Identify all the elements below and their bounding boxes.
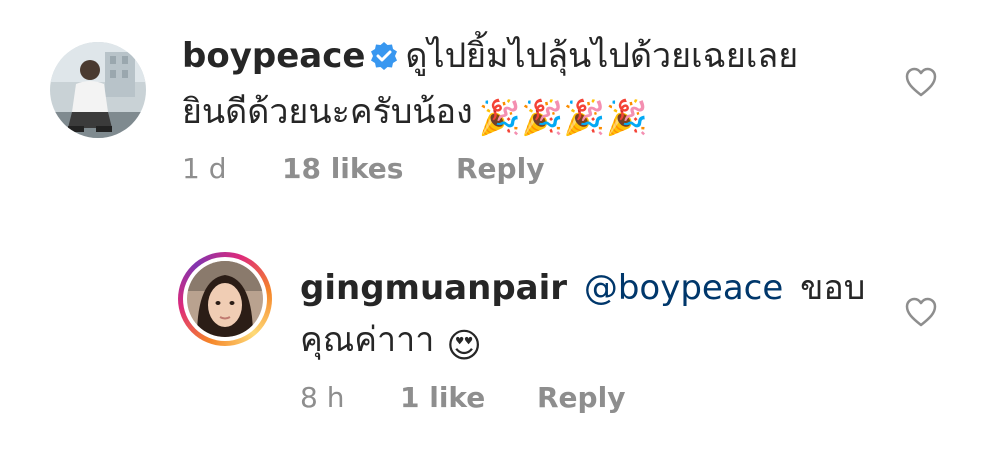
comment-body: boypeace ดูไปยิ้มไปลุ้นไปด้วยเฉยเลย ยินดี… [182,30,902,144]
heart-outline-icon[interactable] [904,296,938,328]
heart-eyes-emoji: 😍 [446,326,482,366]
comment-text: ดูไปยิ้มไปลุ้นไปด้วยเฉยเลย [405,36,799,76]
comment-likes-count[interactable]: 18 likes [282,152,456,185]
reply-line-1: gingmuanpair @boypeace ขอบ [300,262,900,314]
reply-body: gingmuanpair @boypeace ขอบ คุณค่าาา 😍 [300,262,900,372]
reply-button[interactable]: Reply [456,152,544,185]
reply-username[interactable]: gingmuanpair [300,268,567,308]
comment-meta: 1 d 18 likes Reply [182,148,544,188]
avatar-gingmuanpair[interactable] [187,261,263,337]
reply-line-2: คุณค่าาา 😍 [300,314,900,372]
comment-line-2: ยินดีด้วยนะครับน้อง 🎉🎉🎉🎉 [182,86,902,144]
comment-boypeace: boypeace ดูไปยิ้มไปลุ้นไปด้วยเฉยเลย ยินดี… [0,0,1000,220]
avatar-boypeace[interactable] [50,42,146,138]
comment-text-continued: ยินดีด้วยนะครับน้อง [182,92,473,132]
comment-line-1: boypeace ดูไปยิ้มไปลุ้นไปด้วยเฉยเลย [182,30,902,86]
reply-meta: 8 h 1 like Reply [300,377,625,417]
reply-likes-count[interactable]: 1 like [400,381,537,414]
reply-text: ขอบ [800,268,866,308]
verified-badge-icon [369,34,399,86]
reply-text-continued: คุณค่าาา [300,320,435,360]
comment-username[interactable]: boypeace [182,36,365,76]
comment-timestamp[interactable]: 1 d [182,152,282,185]
mention-link[interactable]: @boypeace [584,268,783,308]
party-popper-emoji: 🎉🎉🎉🎉 [478,98,649,138]
reply-button[interactable]: Reply [537,381,625,414]
comment-gingmuanpair: gingmuanpair @boypeace ขอบ คุณค่าาา 😍 8 h… [0,220,1000,466]
heart-outline-icon[interactable] [904,66,938,98]
reply-timestamp[interactable]: 8 h [300,381,400,414]
